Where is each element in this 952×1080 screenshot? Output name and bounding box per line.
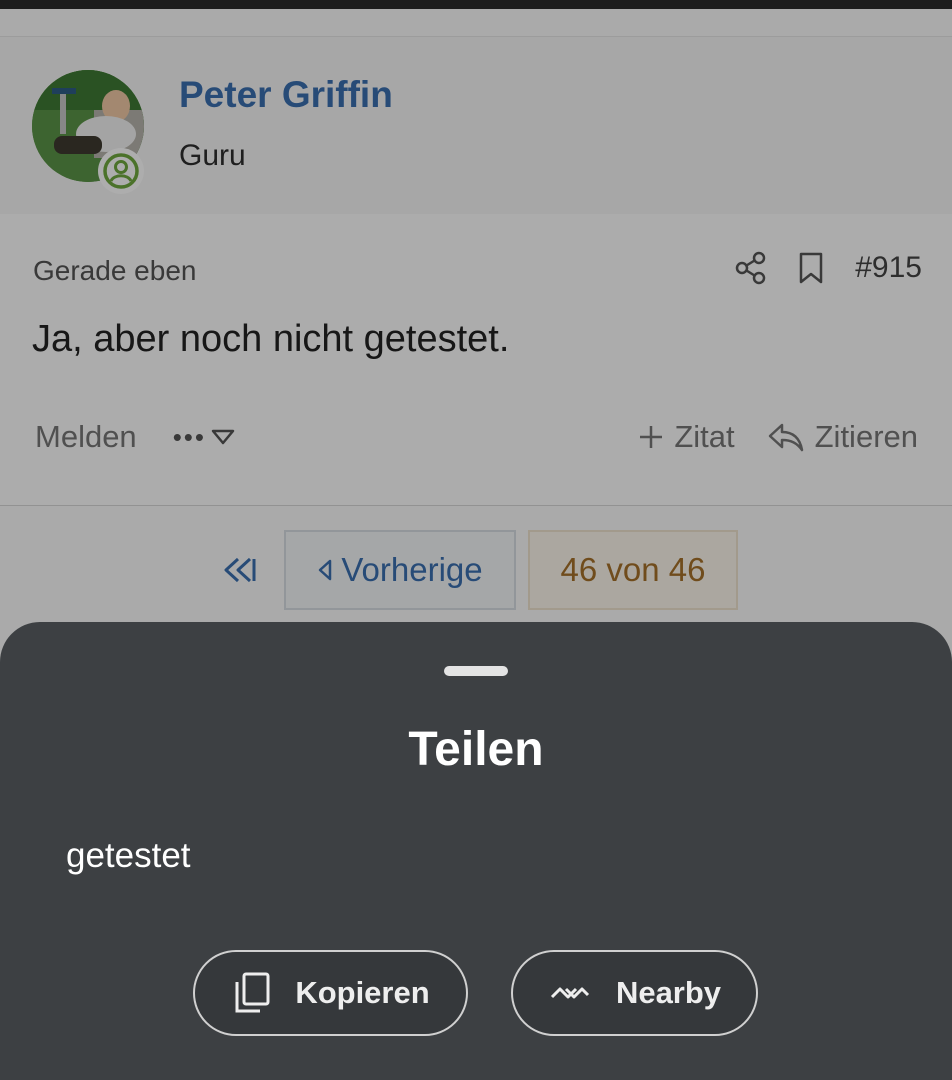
nearby-share-button[interactable]: Nearby bbox=[511, 950, 758, 1036]
sheet-drag-handle[interactable] bbox=[444, 666, 508, 676]
copy-label: Kopieren bbox=[295, 975, 430, 1010]
share-sheet-title: Teilen bbox=[408, 723, 544, 776]
nearby-icon bbox=[548, 980, 592, 1006]
copy-icon bbox=[231, 971, 271, 1015]
nearby-label: Nearby bbox=[615, 975, 722, 1010]
copy-button[interactable]: Kopieren bbox=[193, 950, 468, 1036]
shared-text-preview: getestet bbox=[66, 836, 191, 875]
